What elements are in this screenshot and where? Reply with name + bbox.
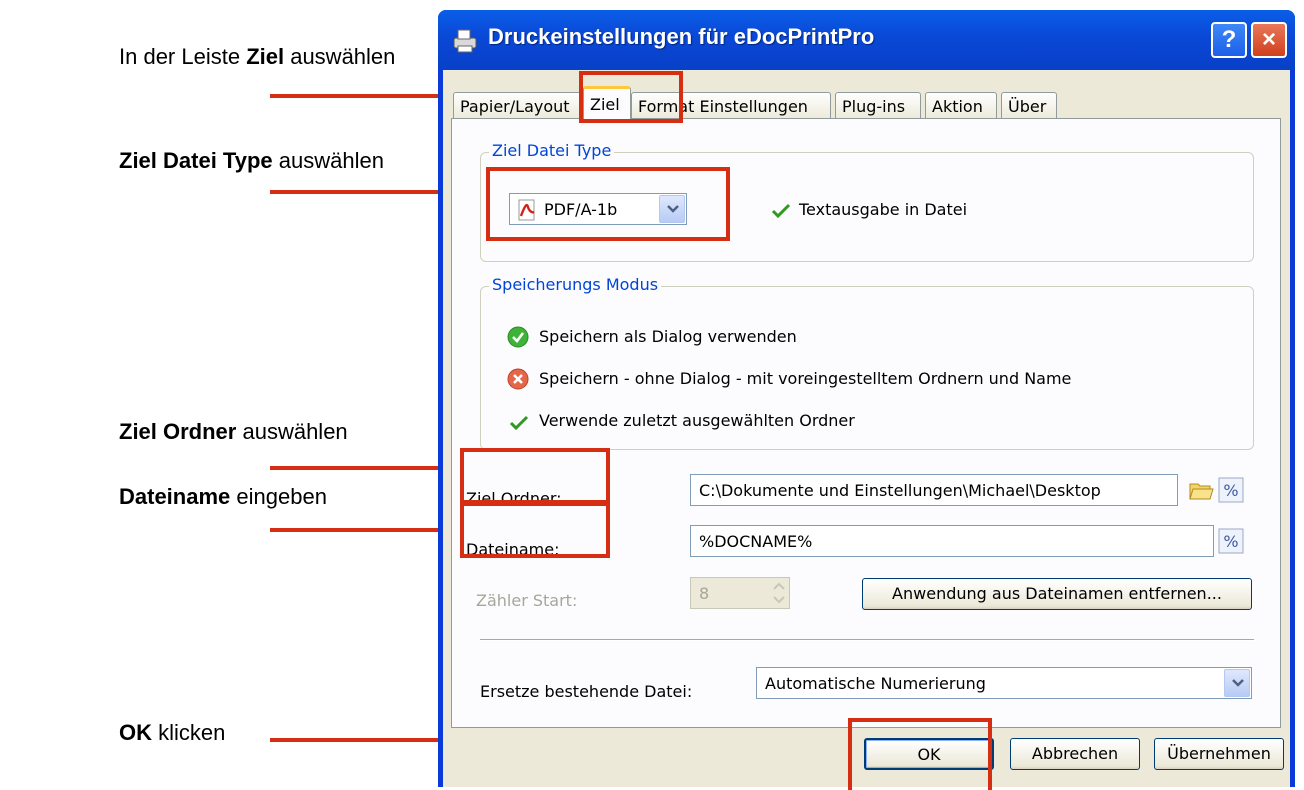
target-folder-input[interactable]: C:\Dokumente und Einstellungen\Michael\D… (690, 474, 1178, 506)
dialog-title: Druckeinstellungen für eDocPrintPro (488, 24, 875, 49)
separator (480, 639, 1254, 641)
file-type-select[interactable]: PDF/A-1b (509, 193, 687, 225)
filename-input[interactable]: %DOCNAME% (690, 525, 1214, 557)
chevron-down-icon (1232, 679, 1244, 687)
tab-papier-layout[interactable]: Papier/Layout (453, 92, 583, 120)
printer-icon (453, 29, 477, 53)
help-button[interactable]: ? (1211, 22, 1247, 58)
ok-button[interactable]: OK (864, 738, 994, 770)
file-type-legend: Ziel Datei Type (489, 141, 615, 160)
close-button[interactable]: × (1251, 22, 1287, 58)
file-type-value: PDF/A-1b (544, 200, 618, 219)
remove-app-from-filename-button[interactable]: Anwendung aus Dateinamen entfernen... (862, 578, 1252, 610)
chevron-down-icon (667, 205, 679, 213)
cancel-button[interactable]: Abbrechen (1010, 738, 1140, 770)
spinner-icon (773, 582, 785, 604)
filename-label: Dateiname: (466, 540, 560, 559)
green-check-circle-icon (507, 326, 529, 348)
red-x-circle-icon (507, 368, 529, 390)
tab-format-einstellungen[interactable]: Format Einstellungen (631, 92, 831, 120)
instruction-enter-filename: Dateiname eingeben (119, 484, 327, 509)
pdf-icon (518, 199, 535, 221)
folder-icon[interactable] (1188, 477, 1214, 503)
text-output-label: Textausgabe in Datei (799, 200, 968, 219)
placeholder-variable-icon[interactable]: % (1218, 528, 1244, 554)
tab-ziel[interactable]: Ziel (583, 86, 631, 122)
tab-strip: Papier/Layout Ziel Format Einstellungen … (443, 83, 1290, 122)
dialog-client-area: Papier/Layout Ziel Format Einstellungen … (443, 70, 1290, 787)
tab-aktion[interactable]: Aktion (925, 92, 997, 120)
ziel-tab-panel: Ziel Datei Type PDF/A-1b Textausgabe in … (451, 118, 1281, 728)
file-type-dropdown-button[interactable] (659, 195, 685, 223)
target-folder-label: Ziel Ordner: (466, 489, 562, 508)
counter-start-label: Zähler Start: (476, 591, 578, 610)
save-mode-option-no-dialog[interactable]: Speichern - ohne Dialog - mit voreingest… (539, 369, 1071, 388)
tab-plug-ins[interactable]: Plug-ins (835, 92, 921, 120)
instruction-select-folder: Ziel Ordner auswählen (119, 419, 348, 444)
instruction-select-file-type: Ziel Datei Type auswählen (119, 148, 384, 173)
title-bar[interactable]: Druckeinstellungen für eDocPrintPro ? × (438, 10, 1295, 70)
apply-button[interactable]: Übernehmen (1154, 738, 1284, 770)
print-settings-dialog: Druckeinstellungen für eDocPrintPro ? × … (438, 10, 1295, 787)
save-mode-option-last-folder[interactable]: Verwende zuletzt ausgewählten Ordner (539, 411, 855, 430)
placeholder-variable-icon[interactable]: % (1218, 477, 1244, 503)
svg-text:%: % (1223, 481, 1238, 500)
file-type-group: Ziel Datei Type PDF/A-1b Textausgabe in … (480, 141, 1254, 262)
tab-ueber[interactable]: Über (1001, 92, 1057, 120)
replace-existing-dropdown-button[interactable] (1224, 669, 1250, 697)
instruction-select-ziel: In der Leiste Ziel auswählen (119, 44, 396, 69)
checkmark-icon (771, 203, 791, 219)
instruction-click-ok: OK klicken (119, 720, 226, 745)
save-mode-option-dialog[interactable]: Speichern als Dialog verwenden (539, 327, 797, 346)
save-mode-group: Speicherungs Modus Speichern als Dialog … (480, 275, 1254, 450)
replace-existing-select[interactable]: Automatische Numerierung (756, 667, 1252, 699)
replace-existing-label: Ersetze bestehende Datei: (480, 682, 693, 701)
replace-existing-value: Automatische Numerierung (765, 674, 986, 693)
checkmark-icon (509, 415, 529, 431)
svg-text:%: % (1223, 532, 1238, 551)
save-mode-legend: Speicherungs Modus (489, 275, 662, 294)
